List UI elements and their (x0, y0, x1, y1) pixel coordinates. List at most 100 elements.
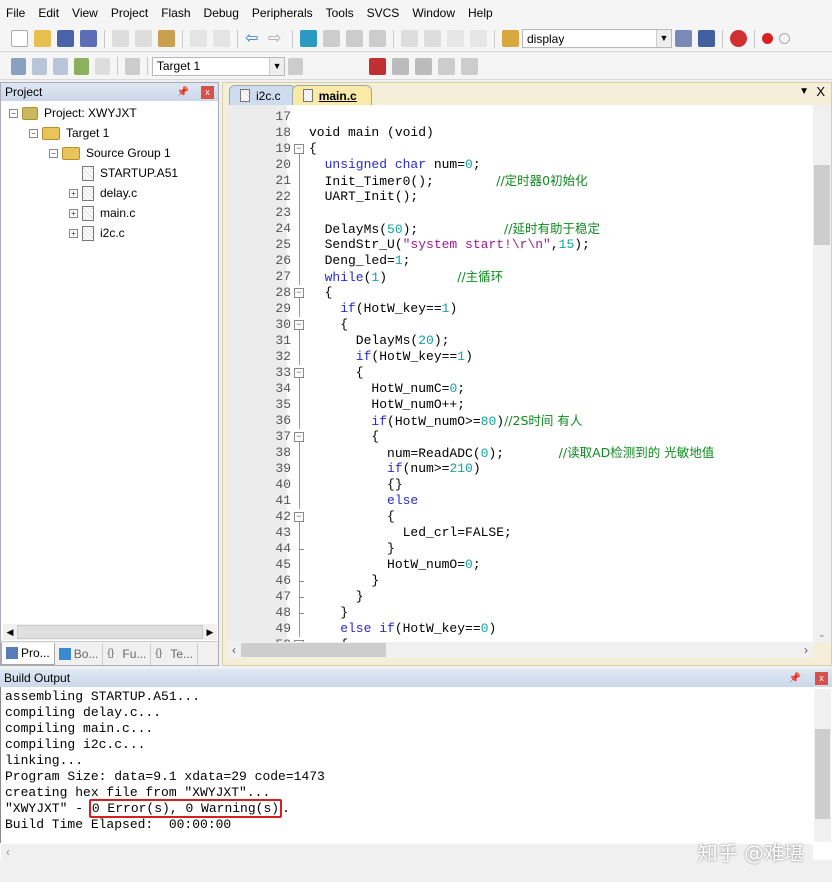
project-tab-1[interactable]: Bo... (55, 642, 104, 665)
tree-item[interactable]: + main.c (1, 203, 218, 223)
project-tab-2[interactable]: {} Fu... (103, 642, 152, 665)
code-text: { (309, 429, 380, 444)
fold-collapse-icon[interactable]: − (294, 320, 304, 330)
device-icon[interactable] (461, 57, 478, 75)
pin-icon[interactable]: 📌 (177, 87, 189, 98)
editor-vscrollbar[interactable]: ⌄ (813, 105, 831, 642)
tab-list-icon[interactable]: ▼ (799, 86, 809, 97)
bookmark-icon[interactable] (300, 30, 317, 47)
fold-collapse-icon[interactable]: − (294, 144, 304, 154)
disable-breakpoint-icon[interactable] (779, 33, 790, 44)
target-options-icon[interactable] (288, 57, 304, 75)
expand-icon[interactable]: + (69, 188, 78, 198)
build-vscrollbar[interactable] (814, 689, 831, 842)
code-line: void main (void) (309, 125, 434, 141)
line-number: 27 (275, 269, 291, 284)
pack-installer-icon[interactable] (415, 57, 432, 75)
indent-icon[interactable] (401, 30, 418, 47)
comment-icon[interactable] (447, 30, 464, 47)
save-all-icon[interactable] (80, 30, 97, 47)
new-file-icon[interactable] (11, 30, 28, 47)
close-icon[interactable]: x (815, 671, 828, 685)
copy-icon[interactable] (135, 30, 152, 47)
number-literal: 1 (457, 349, 466, 364)
uncomment-icon[interactable] (470, 30, 487, 47)
batch-build-icon[interactable] (74, 57, 90, 75)
manage-components-icon[interactable] (369, 57, 386, 75)
pin-icon[interactable]: 📌 (789, 673, 801, 684)
collapse-icon[interactable]: − (29, 128, 38, 138)
editor-hscrollbar[interactable]: ‹ › (227, 642, 813, 658)
select-packs-icon[interactable] (392, 57, 409, 75)
back-icon[interactable]: ⇦ (245, 30, 262, 47)
menu-edit[interactable]: Edit (38, 6, 59, 20)
tab-i2c-c[interactable]: i2c.c (229, 85, 296, 105)
code-area[interactable]: 17 18 void main (void) 19−{20 unsigned char… (227, 105, 813, 642)
project-tab-0[interactable]: Pro... (1, 642, 55, 665)
prev-bookmark-icon[interactable] (323, 30, 340, 47)
menu-debug[interactable]: Debug (204, 6, 239, 20)
paste-icon[interactable] (158, 30, 175, 47)
fold-collapse-icon[interactable]: − (294, 288, 304, 298)
breakpoint-icon[interactable] (762, 33, 773, 44)
collapse-icon[interactable]: − (49, 148, 58, 158)
menu-file[interactable]: File (6, 6, 25, 20)
find-in-files-icon[interactable] (502, 30, 519, 47)
line-number: 37 (275, 429, 291, 444)
chevron-down-icon[interactable]: ▼ (656, 30, 671, 47)
line-number: 45 (275, 557, 291, 572)
tree-item[interactable]: − Target 1 (1, 123, 218, 143)
build-icon[interactable] (32, 57, 48, 75)
project-hscrollbar[interactable]: ◀ ▶ (3, 624, 217, 640)
undo-icon[interactable] (190, 30, 207, 47)
tree-item[interactable]: + i2c.c (1, 223, 218, 243)
clear-bookmarks-icon[interactable] (369, 30, 386, 47)
tree-item[interactable]: STARTUP.A51 (1, 163, 218, 183)
menu-peripherals[interactable]: Peripherals (252, 6, 313, 20)
menu-project[interactable]: Project (111, 6, 148, 20)
unindent-icon[interactable] (424, 30, 441, 47)
translate-icon[interactable] (11, 57, 27, 75)
close-tab-icon[interactable]: X (816, 84, 825, 99)
fold-collapse-icon[interactable]: − (294, 368, 304, 378)
find-icon[interactable] (675, 30, 692, 47)
keyword: while (309, 270, 364, 285)
save-icon[interactable] (57, 30, 74, 47)
download-icon[interactable] (124, 57, 140, 75)
menu-tools[interactable]: Tools (326, 6, 354, 20)
collapse-icon[interactable]: − (9, 108, 18, 118)
file-icon (82, 165, 94, 181)
incremental-find-icon[interactable] (698, 30, 715, 47)
menu-window[interactable]: Window (412, 6, 455, 20)
find-combo[interactable]: display ▼ (522, 29, 672, 48)
redo-icon[interactable] (213, 30, 230, 47)
tab-main-c[interactable]: main.c (291, 85, 372, 105)
build-output-text[interactable]: assembling STARTUP.A51... compiling delay… (0, 687, 832, 843)
expand-icon[interactable]: + (69, 228, 78, 238)
build-hscrollbar[interactable]: ‹ (1, 844, 813, 860)
target-combo[interactable]: Target 1 ▼ (151, 56, 286, 76)
expand-icon[interactable]: + (69, 208, 78, 218)
project-icon (6, 647, 18, 659)
tree-item[interactable]: − Project: XWYJXT (1, 103, 218, 123)
debug-session-icon[interactable] (730, 30, 747, 47)
cut-icon[interactable] (112, 30, 129, 47)
next-bookmark-icon[interactable] (346, 30, 363, 47)
stop-build-icon[interactable] (95, 57, 111, 75)
menu-flash[interactable]: Flash (161, 6, 190, 20)
close-icon[interactable]: x (201, 85, 214, 99)
tree-item[interactable]: + delay.c (1, 183, 218, 203)
tree-item[interactable]: − Source Group 1 (1, 143, 218, 163)
project-tab-3[interactable]: {} Te... (151, 642, 199, 665)
code-line: { (309, 285, 333, 301)
menu-view[interactable]: View (72, 6, 98, 20)
manage-run-time-icon[interactable] (438, 57, 455, 75)
forward-icon[interactable]: ⇨ (268, 30, 285, 47)
menu-svcs[interactable]: SVCS (367, 6, 400, 20)
menu-help[interactable]: Help (468, 6, 493, 20)
rebuild-icon[interactable] (53, 57, 69, 75)
open-file-icon[interactable] (34, 30, 51, 47)
fold-collapse-icon[interactable]: − (294, 432, 304, 442)
fold-collapse-icon[interactable]: − (294, 512, 304, 522)
chevron-down-icon[interactable]: ▼ (269, 57, 285, 75)
